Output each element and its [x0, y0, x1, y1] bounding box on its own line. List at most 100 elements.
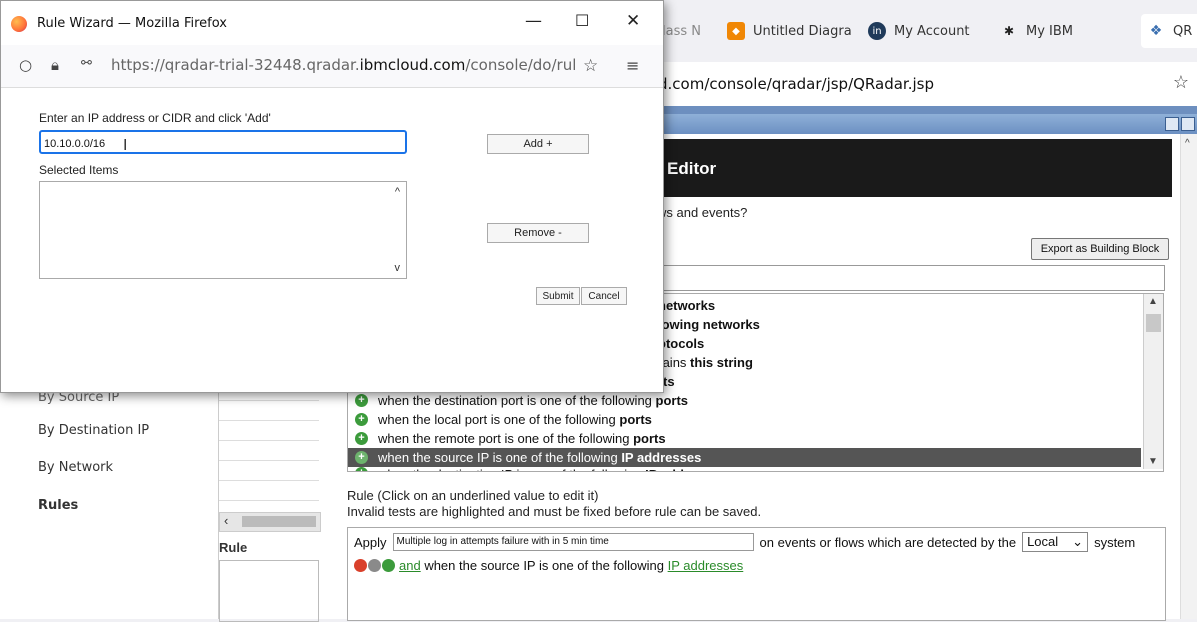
popup-url-bar[interactable]: ○ 🔒︎ ⚯ https://qradar-trial-32448.qradar…	[1, 45, 663, 88]
test-text: networks	[658, 298, 715, 313]
bookmark-star-icon[interactable]: ☆	[1173, 72, 1189, 93]
test-question: ws and events?	[657, 205, 748, 220]
rule-condition-line: and when the source IP is one of the fol…	[354, 558, 743, 573]
remove-button[interactable]: Remove -	[487, 223, 589, 243]
window-buttons	[1165, 117, 1195, 131]
test-filter-input[interactable]	[655, 265, 1165, 291]
test-text-bold: ports	[655, 393, 689, 408]
ibm-icon: ✱	[1003, 24, 1015, 38]
minimize-icon[interactable]	[1165, 117, 1179, 131]
popup-url-text: https://qradar-trial-32448.qradar.ibmclo…	[111, 56, 576, 74]
remove-test-icon[interactable]	[354, 559, 367, 572]
condition-text: when the source IP is one of the followi…	[420, 558, 668, 573]
left-nav: By Source IP By Destination IP By Networ…	[0, 390, 215, 619]
selected-items-label: Selected Items	[39, 163, 119, 177]
test-row[interactable]: + when the destination IP is one of the f…	[348, 467, 1141, 471]
test-row[interactable]: + when the source IP is one of the follow…	[348, 448, 1141, 467]
add-test-icon[interactable]: +	[355, 432, 368, 445]
maximize-icon[interactable]: ☐	[575, 11, 589, 30]
url-pre: https://qradar-trial-32448.qradar.	[111, 56, 360, 74]
add-button[interactable]: Add +	[487, 134, 589, 154]
menu-icon[interactable]: ≡	[626, 56, 639, 75]
lock-icon[interactable]: 🔒︎	[51, 56, 59, 74]
add-test-icon[interactable]: +	[355, 394, 368, 407]
horizontal-scrollbar[interactable]: ‹	[219, 512, 321, 532]
rule-caption-line: Rule (Click on an underlined value to ed…	[347, 488, 599, 503]
nav-by-destination-ip[interactable]: By Destination IP	[38, 423, 149, 438]
bookmark-star-icon[interactable]: ☆	[583, 56, 598, 76]
add-test-icon[interactable]	[382, 559, 395, 572]
nav-rules[interactable]: Rules	[38, 498, 78, 513]
scroll-down-icon[interactable]: ▼	[1148, 456, 1158, 467]
test-text-pre: when the local port is one of the follow…	[378, 412, 620, 427]
detected-text: on events or flows which are detected by…	[759, 534, 1017, 550]
popup-title: Rule Wizard — Mozilla Firefox	[37, 16, 227, 31]
popup-titlebar: Rule Wizard — Mozilla Firefox — ☐ ✕	[1, 1, 663, 45]
add-test-icon[interactable]: +	[355, 467, 368, 471]
tab-untitled-diagram[interactable]: ◆ Untitled Diagra	[727, 14, 852, 48]
tab-my-ibm[interactable]: ✱ My IBM	[1000, 14, 1073, 48]
rule-caption-warning: Invalid tests are highlighted and must b…	[347, 504, 762, 519]
scroll-thumb[interactable]	[242, 516, 316, 527]
ip-addresses-link[interactable]: IP addresses	[668, 558, 744, 573]
url-post: /console/do/rulewiz	[465, 56, 576, 74]
test-text: when the remote port is one of the follo…	[378, 431, 666, 446]
test-text: when the destination IP is one of the fo…	[378, 467, 725, 471]
test-text-pre: when the source IP is one of the followi…	[378, 450, 622, 465]
test-row[interactable]: + when the remote port is one of the foll…	[348, 429, 1141, 448]
and-link[interactable]: and	[399, 558, 421, 573]
selected-items-list[interactable]: ^ v	[39, 181, 407, 279]
divider	[219, 400, 319, 401]
shield-icon[interactable]: ○	[19, 56, 32, 74]
rule-name-input[interactable]: Multiple log in attempts failure with in…	[392, 533, 754, 551]
divider	[219, 480, 319, 481]
scroll-down-icon[interactable]: v	[395, 262, 401, 274]
minimize-icon[interactable]: —	[525, 11, 542, 31]
rule-list-column: ‹ Rule	[218, 390, 321, 622]
test-list-scrollbar[interactable]: ▲ ▼	[1143, 294, 1163, 469]
export-building-block-button[interactable]: Export as Building Block	[1031, 238, 1169, 260]
background-url-bar[interactable]: d.com/console/qradar/jsp/QRadar.jsp ☆	[640, 62, 1197, 107]
tab-label: QR	[1173, 23, 1193, 39]
negate-test-icon[interactable]	[368, 559, 381, 572]
editor-header: Editor	[647, 139, 1172, 197]
qradar-window-strip	[640, 114, 1197, 134]
scroll-up-icon[interactable]: ^	[395, 186, 400, 198]
test-text-bold: lowing networks	[658, 317, 760, 332]
background-url-text: d.com/console/qradar/jsp/QRadar.jsp	[658, 75, 934, 93]
system-select-value: Local	[1027, 534, 1059, 549]
maximize-icon[interactable]	[1181, 117, 1195, 131]
test-text: when the destination port is one of the …	[378, 393, 688, 408]
test-text-bold: ports	[633, 431, 666, 446]
scroll-up-icon[interactable]: ▲	[1148, 296, 1158, 307]
add-test-icon[interactable]: +	[355, 413, 368, 426]
ip-address-input[interactable]: 10.10.0.0/16	[39, 130, 407, 154]
scroll-up-icon[interactable]: ^	[1185, 138, 1190, 149]
page-scrollbar[interactable]: ^	[1180, 134, 1197, 619]
test-text-bold: networks	[658, 298, 716, 313]
rule-column-header[interactable]: Rule	[219, 540, 247, 555]
url-domain: ibmcloud.com	[359, 56, 466, 74]
cancel-button[interactable]: Cancel	[581, 287, 627, 305]
nav-by-network[interactable]: By Network	[38, 460, 113, 475]
ip-entry-label: Enter an IP address or CIDR and click 'A…	[39, 111, 271, 125]
scroll-thumb[interactable]	[1146, 314, 1161, 332]
test-text: lowing networks	[658, 317, 760, 332]
submit-button[interactable]: Submit	[536, 287, 580, 305]
add-test-icon[interactable]: +	[355, 451, 368, 464]
qradar-icon: ❖	[1149, 23, 1163, 39]
chevron-left-icon[interactable]: ‹	[224, 513, 228, 528]
system-select[interactable]: Local ⌄	[1022, 532, 1089, 552]
tab-class[interactable]: lass N	[662, 14, 701, 48]
permissions-icon[interactable]: ⚯	[81, 56, 92, 71]
test-row[interactable]: + when the local port is one of the follo…	[348, 410, 1141, 429]
divider	[219, 500, 319, 501]
tab-qradar[interactable]: ❖ QR	[1141, 14, 1197, 48]
rule-column-box	[219, 560, 319, 622]
qradar-top-border	[640, 106, 1197, 114]
tab-my-account[interactable]: in My Account	[868, 14, 970, 48]
test-row[interactable]: + when the destination port is one of the…	[348, 391, 1141, 410]
tab-label: My Account	[894, 23, 970, 39]
close-icon[interactable]: ✕	[626, 11, 640, 31]
divider	[219, 440, 319, 441]
